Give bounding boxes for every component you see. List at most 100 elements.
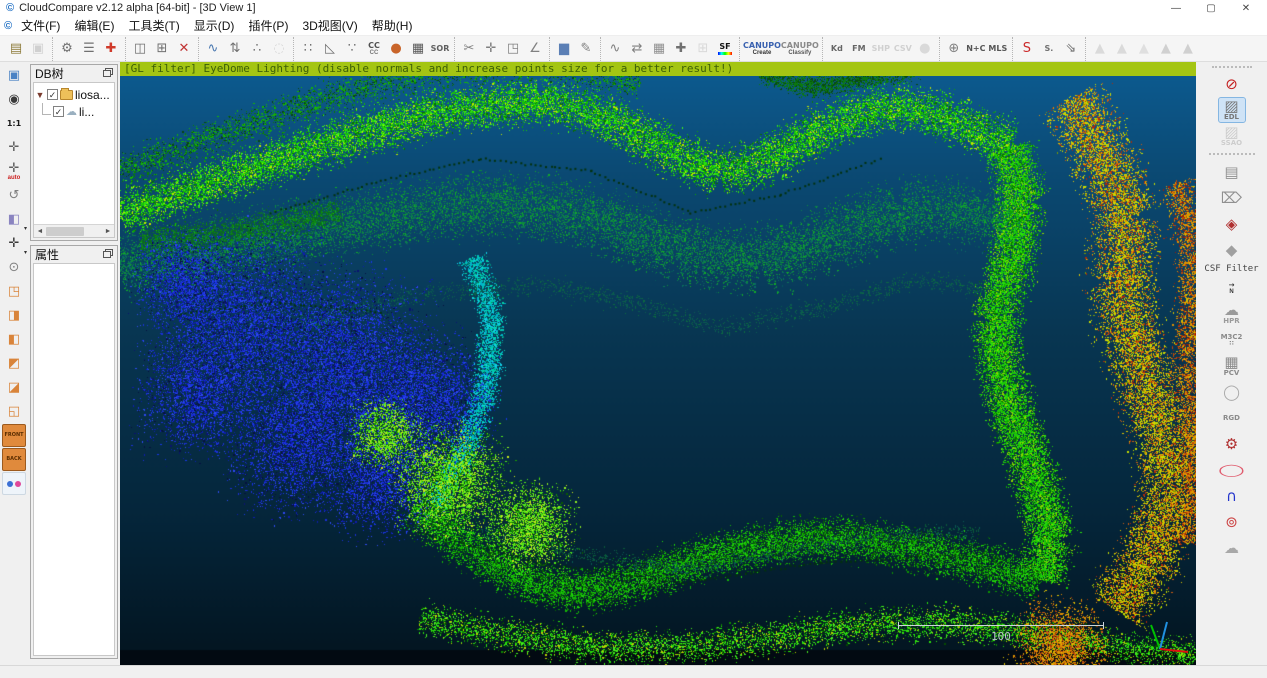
connected-components-icon[interactable]: ∵: [341, 38, 363, 60]
rgd-plugin-icon[interactable]: RGD: [1219, 406, 1245, 430]
cloud-ruler-icon[interactable]: ☁: [1219, 536, 1245, 560]
curve-fit-icon[interactable]: S.: [1038, 38, 1060, 60]
point-list-picking-icon[interactable]: ☰: [78, 38, 100, 60]
view-top-icon[interactable]: ◳: [2, 280, 26, 303]
view-bottom-icon[interactable]: ◱: [2, 400, 26, 423]
sf-add-icon[interactable]: ✚: [670, 38, 692, 60]
polyline-edit-icon[interactable]: ✎: [575, 38, 597, 60]
view-right-icon[interactable]: ◪: [2, 376, 26, 399]
global-shift-icon[interactable]: ⚙: [56, 38, 78, 60]
sor-filter-icon[interactable]: SOR: [429, 38, 451, 60]
menu-item-6[interactable]: 帮助(H): [365, 18, 420, 34]
cloud-cloud-distance-icon[interactable]: CCCC: [363, 38, 385, 60]
interactive-segmentation-icon[interactable]: ◺: [319, 38, 341, 60]
scroll-thumb[interactable]: [46, 227, 84, 236]
pivot-center-icon[interactable]: ✛: [2, 136, 26, 159]
checker-pattern-icon[interactable]: ▦: [407, 38, 429, 60]
edl-filter-icon[interactable]: ▨EDL: [1219, 98, 1245, 122]
screenshot-camera-icon[interactable]: ◉: [2, 88, 26, 111]
no-filter-icon[interactable]: ⊘: [1219, 72, 1245, 96]
float-panel-icon[interactable]: [103, 251, 111, 258]
tree-item[interactable]: ✓☁li...: [35, 103, 113, 120]
facet-magnet-icon[interactable]: ∩: [1219, 484, 1245, 508]
kd-tree-icon[interactable]: Kd: [826, 38, 848, 60]
fast-marching-icon[interactable]: FM: [848, 38, 870, 60]
pan-mode-icon[interactable]: ✛▾: [2, 232, 26, 255]
menu-item-0[interactable]: 文件(F): [14, 18, 67, 34]
mls-smoothing-icon[interactable]: MLS: [987, 38, 1009, 60]
zoom-1-1-icon[interactable]: 1:1: [2, 112, 26, 135]
point-picking-icon[interactable]: ✚: [100, 38, 122, 60]
csf-shield-icon[interactable]: ◆: [1219, 238, 1245, 262]
fine-registration-icon[interactable]: ⇅: [224, 38, 246, 60]
view-front-icon[interactable]: ◨: [2, 304, 26, 327]
pivot-auto-icon[interactable]: ✛auto: [2, 160, 26, 183]
view-back-cube-icon[interactable]: BACK: [2, 448, 26, 471]
hpr-plugin-icon[interactable]: ☁HPR: [1219, 302, 1245, 326]
canupo-classify-icon[interactable]: CANUPOClassify: [781, 38, 819, 60]
normals-plus-colors-icon[interactable]: N+C: [965, 38, 987, 60]
stereo-mode-icon[interactable]: [2, 472, 26, 495]
scroll-left-icon[interactable]: ◄: [34, 228, 46, 235]
axis-gizmo: [1148, 619, 1190, 657]
cross-section-icon[interactable]: ◳: [502, 38, 524, 60]
visibility-checkbox[interactable]: ✓: [53, 106, 64, 117]
menu-item-1[interactable]: 编辑(E): [67, 18, 121, 34]
pcv-plugin-icon[interactable]: ▦PCV: [1219, 354, 1245, 378]
maximize-button[interactable]: ▢: [1196, 3, 1226, 14]
db-tree-hscrollbar[interactable]: ◄ ►: [34, 224, 114, 237]
tree-item[interactable]: ▼✓liosa...: [35, 86, 113, 103]
gears-plugin-icon[interactable]: ⚙: [1219, 432, 1245, 456]
ellipse-plugin-icon[interactable]: ◯: [1219, 458, 1245, 482]
histogram-icon[interactable]: ▆: [553, 38, 575, 60]
left-view-toolbar: ▣◉1:1✛✛auto↺◧▾✛▾⊙◳◨◧◩◪◱FRONTBACK: [0, 62, 28, 665]
segment-scissors-icon[interactable]: ✂: [458, 38, 480, 60]
globe-sphere-icon[interactable]: ⊕: [943, 38, 965, 60]
status-bar: [0, 665, 1267, 678]
visibility-checkbox[interactable]: ✓: [47, 89, 58, 100]
scale-bar: 100: [898, 625, 1104, 643]
merge-icon[interactable]: ⊞: [151, 38, 173, 60]
trace-polyline-icon[interactable]: ∠: [524, 38, 546, 60]
float-panel-icon[interactable]: [103, 70, 111, 77]
menu-item-3[interactable]: 显示(D): [187, 18, 242, 34]
clone-icon[interactable]: ◫: [129, 38, 151, 60]
zoom-magnifier-icon[interactable]: ⊙: [2, 256, 26, 279]
canupo-create-icon[interactable]: CANUPOCreate: [743, 38, 781, 60]
close-button[interactable]: ✕: [1231, 3, 1261, 14]
poisson-reconstruction-icon[interactable]: S: [1016, 38, 1038, 60]
ransac-plugin-icon[interactable]: ⊚: [1219, 510, 1245, 534]
sf-minmax-icon[interactable]: ⇄: [626, 38, 648, 60]
compass-icon[interactable]: ◈: [1219, 212, 1245, 236]
scroll-right-icon[interactable]: ►: [102, 228, 114, 235]
mesh-sampling-icon[interactable]: ●: [385, 38, 407, 60]
open-icon[interactable]: ▤: [5, 38, 27, 60]
menu-item-4[interactable]: 插件(P): [241, 18, 295, 34]
subsample-icon[interactable]: ∴: [246, 38, 268, 60]
noise-filter-icon[interactable]: ∷: [297, 38, 319, 60]
interactive-transformation-icon[interactable]: ✛: [480, 38, 502, 60]
rotate-view-icon[interactable]: ↺: [2, 184, 26, 207]
sf-gradient-icon[interactable]: ∿: [604, 38, 626, 60]
broom-clean-icon[interactable]: ⌦: [1219, 186, 1245, 210]
menu-item-5[interactable]: 3D视图(V): [295, 18, 364, 34]
view-left-icon[interactable]: ◧: [2, 328, 26, 351]
expand-arrow-icon[interactable]: ▼: [35, 90, 45, 100]
3d-viewport[interactable]: [120, 62, 1196, 665]
perspective-cube-icon[interactable]: ◧▾: [2, 208, 26, 231]
minimize-button[interactable]: —: [1161, 3, 1191, 14]
hough-normals-icon[interactable]: ◯: [1219, 380, 1245, 404]
m3c2-plugin-icon[interactable]: M3C2∷: [1219, 328, 1245, 352]
menu-item-2[interactable]: 工具类(T): [121, 18, 186, 34]
align-icon[interactable]: ∿: [202, 38, 224, 60]
view-back-icon[interactable]: ◩: [2, 352, 26, 375]
sf-matrix-icon[interactable]: ▦: [648, 38, 670, 60]
csf-filter-label: CSF Filter: [1204, 264, 1258, 274]
view-front-cube-icon[interactable]: FRONT: [2, 424, 26, 447]
plane-orientation-icon[interactable]: ⇘: [1060, 38, 1082, 60]
north-arrow-icon[interactable]: →N: [1219, 276, 1245, 300]
display-options-icon[interactable]: ▣: [2, 64, 26, 87]
delete-icon[interactable]: ✕: [173, 38, 195, 60]
animation-icon[interactable]: ▤: [1219, 160, 1245, 184]
scalar-field-icon[interactable]: SF: [714, 38, 736, 60]
